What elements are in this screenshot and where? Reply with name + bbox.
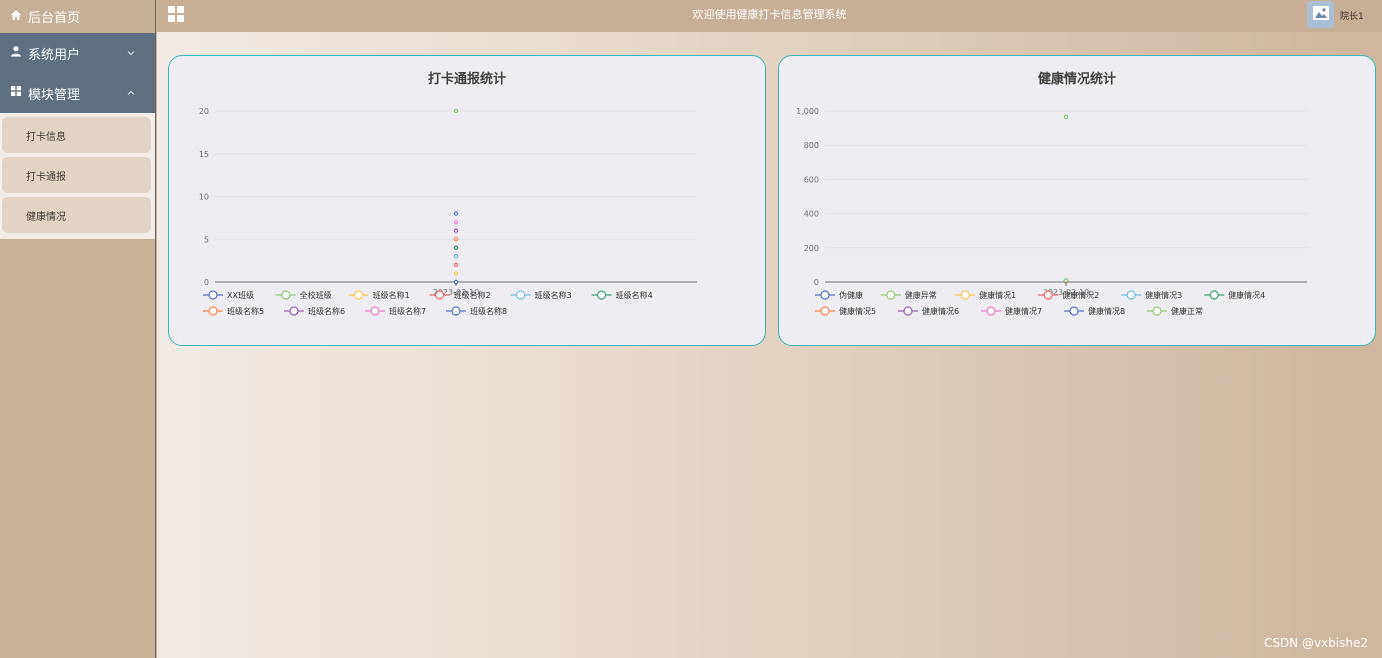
data-point[interactable] [453,254,459,259]
data-point[interactable] [453,219,459,225]
grid-icon [10,85,28,101]
y-tick-label: 1,000 [796,107,819,116]
data-point[interactable] [453,262,459,268]
sidebar: 后台首页 系统用户 模块管理 打卡信息 打卡通报 健康情况 [0,0,156,658]
legend-label: 健康情况8 [1088,306,1125,316]
legend-item[interactable]: XX班级 [203,290,254,300]
legend-item[interactable]: 班级名称8 [446,306,507,316]
legend-label: 健康情况5 [839,306,876,316]
legend-item[interactable]: 班级名称3 [510,290,572,300]
submenu-item-health-status[interactable]: 健康情况 [2,197,151,233]
image-icon [1312,5,1329,24]
user-icon [10,45,28,61]
legend-item[interactable]: 班级名称4 [591,290,653,300]
legend-item[interactable]: 健康情况5 [815,306,876,316]
y-tick-label: 0 [814,278,819,287]
sidebar-item-home[interactable]: 后台首页 [0,0,155,33]
legend-item[interactable]: 健康正常 [1147,306,1203,316]
chart-checkin-report: 051015202023-02-10XX班级 全校班级 班级名称1 班级名称2 班级名称… [199,107,697,316]
y-tick-label: 10 [199,193,209,202]
submenu-item-checkin-report[interactable]: 打卡通报 [2,157,151,193]
data-point[interactable] [1063,114,1069,120]
legend-label: 健康情况1 [979,290,1016,300]
avatar[interactable] [1307,1,1334,28]
legend-label: 班级名称8 [470,306,507,316]
legend-label: 班级名称7 [389,306,426,316]
chevron-down-icon [127,46,141,61]
sidebar-item-modules[interactable]: 模块管理 [0,73,155,113]
sidebar-item-users[interactable]: 系统用户 [0,33,155,73]
top-header: 欢迎使用健康打卡信息管理系统 院长1 [157,0,1382,32]
legend-item[interactable]: 健康情况4 [1204,290,1265,300]
y-tick-label: 200 [804,244,819,253]
y-tick-label: 800 [804,141,819,150]
legend-label: 全校班级 [300,290,332,300]
legend-item[interactable]: 班级名称1 [348,290,410,300]
page-title: 欢迎使用健康打卡信息管理系统 [692,8,847,21]
data-point[interactable] [1063,278,1069,283]
legend-item[interactable]: 健康情况2 [1038,290,1099,300]
legend-item[interactable]: 健康情况8 [1064,306,1125,316]
legend-label: 健康正常 [1171,306,1203,316]
data-point[interactable] [453,211,459,216]
chart-card-checkin-report: 打卡通报统计 0 5 10 15 20 2023-02-10 XX班级 全校班级 班级名称1 班级… [168,55,766,346]
legend-label: 伪健康 [839,290,863,300]
legend-label: XX班级 [227,290,254,300]
legend-label: 健康情况7 [1005,306,1042,316]
home-icon [10,9,28,25]
legend-label: 健康情况4 [1228,290,1265,300]
legend-label: 健康情况3 [1145,290,1182,300]
legend-item[interactable]: 班级名称7 [365,306,426,316]
watermark: CSDN @vxbishe2 [1263,636,1368,650]
data-point[interactable] [453,108,459,114]
chart-health-status: 02004006008001,0002023-02-10伪健康 健康异常 健康情况1… [796,107,1307,316]
legend-item[interactable]: 健康情况6 [898,306,959,316]
data-point[interactable] [453,271,459,276]
legend-label: 健康情况2 [1062,290,1099,300]
sidebar-item-label: 模块管理 [28,87,81,103]
legend-item[interactable]: 班级名称2 [429,290,491,300]
chart-card-health-status: 健康情况统计 0 200 400 600 800 1,000 2023-02-10 伪健康 健康… [778,55,1376,346]
y-tick-label: 20 [199,107,209,116]
legend-item[interactable]: 健康情况3 [1121,290,1182,300]
data-point[interactable] [453,228,459,233]
submenu-item-checkin-info[interactable]: 打卡信息 [2,117,151,153]
legend-label: 班级名称5 [227,306,264,316]
username[interactable]: 院长1 [1340,9,1364,22]
y-tick-label: 400 [804,210,819,219]
legend-label: 班级名称4 [616,290,653,300]
data-point[interactable] [453,237,459,242]
y-tick-label: 5 [204,235,209,244]
y-tick-label: 0 [204,278,209,287]
legend-item[interactable]: 全校班级 [275,290,332,300]
legend-label: 班级名称2 [454,290,491,300]
legend-item[interactable]: 健康情况7 [981,306,1042,316]
legend-item[interactable]: 健康情况1 [955,290,1016,300]
legend-label: 健康异常 [905,290,937,300]
chevron-up-icon [127,86,141,101]
y-tick-label: 600 [804,175,819,184]
data-point[interactable] [453,245,459,250]
data-point[interactable] [453,279,459,285]
submenu: 打卡信息 打卡通报 健康情况 [0,113,155,239]
legend-label: 班级名称1 [373,290,410,300]
main-content: 打卡通报统计 0 5 10 15 20 2023-02-10 XX班级 全校班级 班级名称1 班级… [157,32,1382,658]
legend-item[interactable]: 伪健康 [815,290,863,300]
sidebar-item-label: 系统用户 [28,47,81,63]
legend-item[interactable]: 班级名称5 [203,306,264,316]
legend-item[interactable]: 健康异常 [880,290,937,300]
legend-label: 健康情况6 [922,306,959,316]
legend-item[interactable]: 班级名称6 [284,306,345,316]
sidebar-item-label: 后台首页 [28,11,81,26]
legend-label: 班级名称3 [535,290,572,300]
legend-label: 班级名称6 [308,306,345,316]
y-tick-label: 15 [199,150,209,159]
